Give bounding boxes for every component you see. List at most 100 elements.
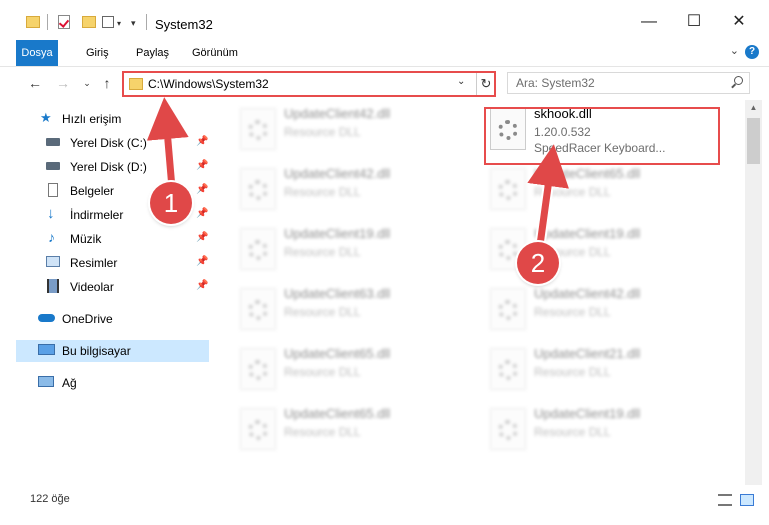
file-item[interactable]: UpdateClient63.dll Resource DLL — [236, 284, 471, 340]
recent-locations-icon[interactable]: ⌄ — [78, 73, 96, 93]
navigation-pane: ★ Hızlı erişim Yerel Disk (C:) 📌 Yerel D… — [0, 100, 212, 485]
file-type: Resource DLL — [534, 365, 611, 379]
search-input[interactable]: Ara: System32 — [507, 72, 750, 94]
drive-icon — [46, 162, 60, 170]
customize-toolbar-icon[interactable]: ▾ — [131, 18, 136, 29]
dll-file-icon — [240, 228, 276, 270]
tiles-view-icon[interactable] — [740, 494, 754, 506]
sidebar-item-label: Ağ — [62, 376, 77, 390]
properties-icon[interactable] — [102, 16, 114, 28]
back-icon[interactable]: ← — [26, 73, 44, 93]
cloud-icon — [38, 314, 55, 322]
highlight-box — [484, 107, 720, 165]
up-icon[interactable]: ↑ — [98, 73, 116, 93]
properties-check-icon[interactable] — [58, 15, 70, 29]
star-icon: ★ — [40, 110, 52, 125]
file-name: UpdateClient65.dll — [284, 346, 391, 361]
maximize-icon[interactable]: ☐ — [679, 10, 709, 34]
tab-share[interactable]: Paylaş — [130, 40, 175, 66]
search-icon[interactable] — [731, 76, 743, 88]
sidebar-item-this-pc[interactable]: Bu bilgisayar — [16, 340, 209, 362]
title-bar: ▾ ▾ System32 — ☐ ✕ — [0, 0, 769, 40]
sidebar-item-label: Yerel Disk (D:) — [70, 160, 147, 174]
sidebar-item-music[interactable]: ♪ Müzik 📌 — [16, 228, 209, 250]
sidebar-item-label: Bu bilgisayar — [62, 344, 131, 358]
tab-view[interactable]: Görünüm — [186, 40, 244, 66]
file-name: UpdateClient19.dll — [534, 406, 641, 421]
pin-icon[interactable]: 📌 — [196, 208, 208, 219]
sidebar-item-videos[interactable]: Videolar 📌 — [16, 276, 209, 298]
file-type: Resource DLL — [534, 425, 611, 439]
dll-file-icon — [490, 348, 526, 390]
dll-file-icon — [240, 108, 276, 150]
sidebar-item-disk-c[interactable]: Yerel Disk (C:) 📌 — [16, 132, 209, 154]
sidebar-item-network[interactable]: Ağ — [16, 372, 209, 394]
address-dropdown-icon[interactable]: ⌄ — [457, 76, 465, 87]
file-type: Resource DLL — [284, 365, 361, 379]
file-item[interactable]: UpdateClient65.dll Resource DLL — [236, 344, 471, 400]
refresh-icon[interactable]: ↻ — [476, 73, 495, 95]
quick-access-chevron-icon[interactable]: ▾ — [117, 19, 121, 28]
tab-home[interactable]: Giriş — [80, 40, 115, 66]
pin-icon[interactable]: 📌 — [196, 280, 208, 291]
file-item[interactable]: UpdateClient19.dll Resource DLL — [236, 224, 471, 280]
pin-icon[interactable]: 📌 — [196, 184, 208, 195]
sidebar-item-quick-access[interactable]: ★ Hızlı erişim — [16, 108, 209, 130]
file-item[interactable]: UpdateClient19.dll Resource DLL — [486, 404, 721, 460]
pin-icon[interactable]: 📌 — [196, 232, 208, 243]
file-type: Resource DLL — [284, 425, 361, 439]
close-icon[interactable]: ✕ — [724, 10, 754, 34]
sidebar-item-pictures[interactable]: Resimler 📌 — [16, 252, 209, 274]
file-item[interactable]: UpdateClient42.dll Resource DLL — [486, 284, 721, 340]
sidebar-item-disk-d[interactable]: Yerel Disk (D:) 📌 — [16, 156, 209, 178]
sidebar-item-label: Videolar — [70, 280, 114, 294]
sidebar-item-label: OneDrive — [62, 312, 113, 326]
dll-file-icon — [490, 288, 526, 330]
navigation-bar: ← → ⌄ ↑ C:\Windows\System32 ⌄ ↻ Ara: Sys… — [0, 67, 769, 99]
sidebar-item-label: Hızlı erişim — [62, 112, 122, 126]
pictures-icon — [46, 256, 60, 267]
forward-icon[interactable]: → — [54, 73, 72, 93]
sidebar-item-label: Müzik — [70, 232, 102, 246]
toolbar-separator — [47, 14, 48, 30]
details-view-icon[interactable] — [718, 494, 732, 506]
ribbon: Dosya Giriş Paylaş Görünüm ⌄ ? — [0, 40, 769, 67]
sidebar-item-label: Belgeler — [70, 184, 115, 198]
file-item[interactable]: UpdateClient21.dll Resource DLL — [486, 344, 721, 400]
file-name: UpdateClient42.dll — [284, 106, 391, 121]
sidebar-item-onedrive[interactable]: OneDrive — [16, 308, 209, 330]
sidebar-item-label: Resimler — [70, 256, 118, 270]
address-bar[interactable]: C:\Windows\System32 ⌄ ↻ — [122, 71, 496, 97]
item-count: 122 öğe — [30, 493, 70, 505]
tab-file[interactable]: Dosya — [16, 40, 58, 66]
file-name: UpdateClient65.dll — [534, 166, 641, 181]
file-item[interactable]: UpdateClient65.dll Resource DLL — [486, 164, 721, 220]
file-name: UpdateClient42.dll — [534, 286, 641, 301]
file-item[interactable]: UpdateClient65.dll Resource DLL — [236, 404, 471, 460]
scrollbar-thumb[interactable] — [747, 118, 760, 164]
pin-icon[interactable]: 📌 — [196, 256, 208, 267]
pin-icon[interactable]: 📌 — [196, 160, 208, 171]
step-callout-2: 2 — [517, 242, 559, 284]
file-name: UpdateClient63.dll — [284, 286, 391, 301]
new-folder-icon[interactable] — [82, 16, 96, 28]
help-icon[interactable]: ? — [745, 45, 759, 59]
scroll-up-icon[interactable]: ▲ — [745, 100, 762, 116]
window-title: System32 — [155, 17, 213, 32]
file-name: UpdateClient42.dll — [284, 166, 391, 181]
address-text[interactable]: C:\Windows\System32 — [148, 77, 269, 91]
file-type: Resource DLL — [534, 305, 611, 319]
file-item[interactable]: UpdateClient42.dll Resource DLL — [236, 164, 471, 220]
dll-file-icon — [490, 408, 526, 450]
download-icon: ↓ — [47, 205, 55, 222]
minimize-icon[interactable]: — — [634, 10, 664, 34]
network-icon — [38, 376, 54, 387]
pin-icon[interactable]: 📌 — [196, 136, 208, 147]
file-item[interactable]: UpdateClient42.dll Resource DLL — [236, 104, 471, 160]
vertical-scrollbar[interactable]: ▲ — [745, 100, 762, 485]
folder-icon — [129, 78, 143, 90]
document-icon — [48, 183, 58, 197]
expand-ribbon-icon[interactable]: ⌄ — [730, 44, 739, 57]
sidebar-item-label: Yerel Disk (C:) — [70, 136, 147, 150]
sidebar-item-label: İndirmeler — [70, 208, 124, 222]
